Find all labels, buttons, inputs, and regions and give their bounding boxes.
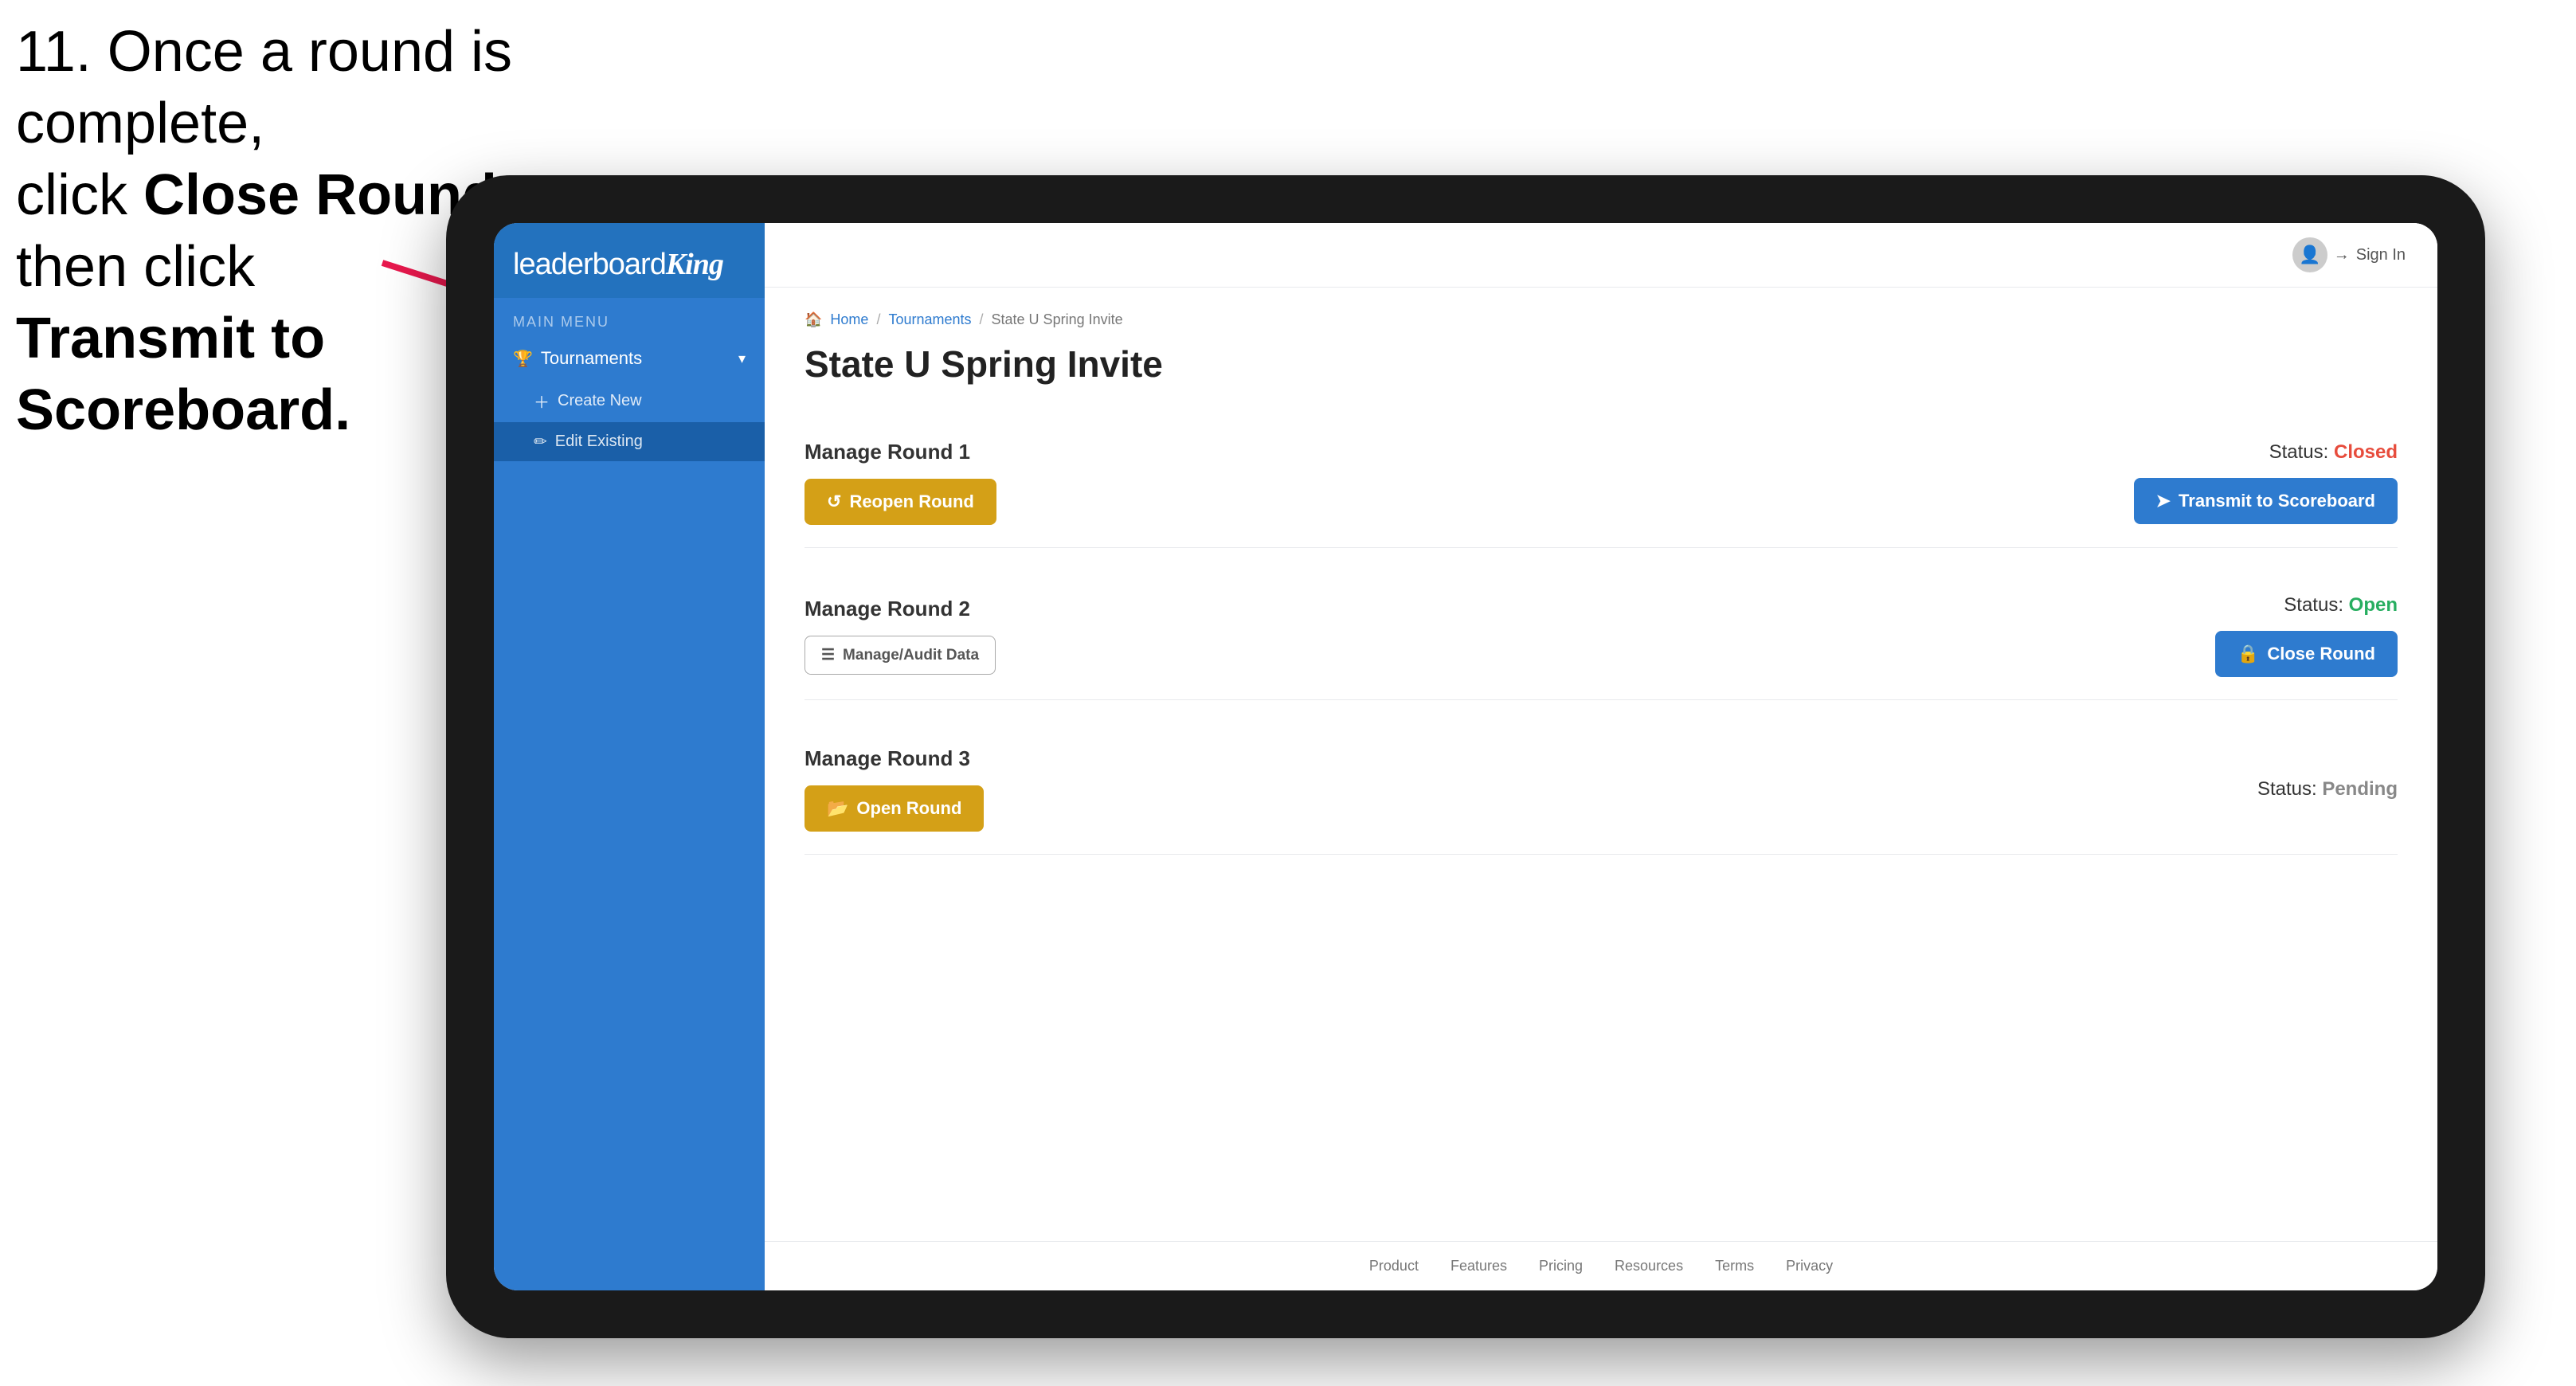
round-2-left: Manage Round 2 ☰ Manage/Audit Data bbox=[805, 597, 996, 675]
round-3-status-value: Pending bbox=[2322, 778, 2398, 800]
instruction-bold1: Close Round bbox=[143, 163, 497, 227]
round-1-section: Manage Round 1 ↺ Reopen Round Status: Cl… bbox=[805, 417, 2398, 548]
plus-icon: ＋ bbox=[534, 390, 550, 413]
sign-in-label: → bbox=[2334, 246, 2350, 264]
breadcrumb-home[interactable]: Home bbox=[830, 311, 868, 328]
sidebar: leaderboardKing MAIN MENU 🏆 Tournaments … bbox=[494, 223, 765, 1290]
sidebar-item-create-new[interactable]: ＋ Create New bbox=[494, 380, 765, 422]
instruction-line3: then click bbox=[16, 235, 255, 299]
reopen-icon: ↺ bbox=[827, 491, 841, 512]
round-2-right: Status: Open 🔒 Close Round bbox=[2215, 594, 2398, 677]
breadcrumb: 🏠 Home / Tournaments / State U Spring In… bbox=[805, 311, 2398, 328]
transmit-scoreboard-label: Transmit to Scoreboard bbox=[2179, 491, 2375, 511]
sidebar-item-edit-existing[interactable]: ✏ Edit Existing bbox=[494, 422, 765, 461]
manage-icon: ☰ bbox=[821, 646, 835, 664]
round-2-title: Manage Round 2 bbox=[805, 597, 996, 621]
round-3-right: Status: Pending bbox=[2257, 778, 2398, 801]
avatar: 👤 bbox=[2292, 237, 2327, 272]
sign-in-text: Sign In bbox=[2356, 246, 2406, 264]
open-round-label: Open Round bbox=[856, 798, 961, 819]
chevron-down-icon: ▾ bbox=[738, 350, 746, 367]
footer-resources[interactable]: Resources bbox=[1615, 1258, 1683, 1274]
breadcrumb-current: State U Spring Invite bbox=[992, 311, 1123, 328]
round-3-section: Manage Round 3 📂 Open Round Status: Pend… bbox=[805, 724, 2398, 855]
round-1-left: Manage Round 1 ↺ Reopen Round bbox=[805, 440, 996, 525]
logo-king: King bbox=[666, 248, 723, 281]
close-round-button[interactable]: 🔒 Close Round bbox=[2215, 631, 2398, 677]
instruction-bold2: Transmit to Scoreboard. bbox=[16, 307, 350, 442]
sidebar-item-tournaments[interactable]: 🏆 Tournaments ▾ bbox=[494, 337, 765, 380]
open-round-button[interactable]: 📂 Open Round bbox=[805, 785, 984, 832]
round-2-status: Status: Open bbox=[2284, 594, 2398, 617]
open-icon: 📂 bbox=[827, 798, 848, 819]
trophy-icon: 🏆 bbox=[513, 349, 533, 369]
logo-text: leaderboardKing bbox=[513, 247, 746, 282]
reopen-round-label: Reopen Round bbox=[849, 491, 973, 512]
sidebar-tournaments-label: Tournaments bbox=[541, 348, 642, 369]
reopen-round-button[interactable]: ↺ Reopen Round bbox=[805, 479, 996, 525]
footer-features[interactable]: Features bbox=[1450, 1258, 1507, 1274]
round-1-title: Manage Round 1 bbox=[805, 440, 996, 464]
home-icon: 🏠 bbox=[805, 311, 822, 328]
close-round-label: Close Round bbox=[2267, 644, 2375, 664]
footer-pricing[interactable]: Pricing bbox=[1539, 1258, 1583, 1274]
round-3-status: Status: Pending bbox=[2257, 778, 2398, 801]
app-layout: leaderboardKing MAIN MENU 🏆 Tournaments … bbox=[494, 223, 2437, 1290]
lock-icon: 🔒 bbox=[2237, 644, 2259, 664]
top-nav: 👤 → Sign In bbox=[765, 223, 2437, 288]
main-content: 👤 → Sign In 🏠 Home / Tournaments / State bbox=[765, 223, 2437, 1290]
footer-terms[interactable]: Terms bbox=[1715, 1258, 1754, 1274]
tablet-device: leaderboardKing MAIN MENU 🏆 Tournaments … bbox=[446, 175, 2485, 1338]
create-new-label: Create New bbox=[558, 392, 642, 410]
round-1-status-value: Closed bbox=[2334, 441, 2398, 463]
footer-privacy[interactable]: Privacy bbox=[1786, 1258, 1833, 1274]
page-content: 🏠 Home / Tournaments / State U Spring In… bbox=[765, 288, 2437, 1241]
round-1-right: Status: Closed ➤ Transmit to Scoreboard bbox=[2134, 441, 2398, 524]
round-2-status-value: Open bbox=[2349, 594, 2398, 616]
transmit-icon: ➤ bbox=[2156, 491, 2171, 511]
sidebar-logo: leaderboardKing bbox=[494, 223, 765, 298]
sign-in-button[interactable]: 👤 → Sign In bbox=[2292, 237, 2406, 272]
round-3-title: Manage Round 3 bbox=[805, 746, 984, 771]
edit-icon: ✏ bbox=[534, 432, 547, 452]
footer-product[interactable]: Product bbox=[1369, 1258, 1419, 1274]
edit-existing-label: Edit Existing bbox=[555, 433, 643, 451]
menu-label: MAIN MENU bbox=[494, 298, 765, 337]
manage-audit-button[interactable]: ☰ Manage/Audit Data bbox=[805, 636, 996, 675]
manage-audit-label: Manage/Audit Data bbox=[843, 647, 979, 664]
round-2-section: Manage Round 2 ☰ Manage/Audit Data Statu… bbox=[805, 572, 2398, 700]
page-footer: Product Features Pricing Resources Terms… bbox=[765, 1241, 2437, 1290]
page-title: State U Spring Invite bbox=[805, 343, 2398, 386]
tablet-screen: leaderboardKing MAIN MENU 🏆 Tournaments … bbox=[494, 223, 2437, 1290]
round-1-status: Status: Closed bbox=[2269, 441, 2398, 464]
breadcrumb-tournaments[interactable]: Tournaments bbox=[888, 311, 971, 328]
transmit-scoreboard-button[interactable]: ➤ Transmit to Scoreboard bbox=[2134, 478, 2398, 524]
instruction-line2: click bbox=[16, 163, 143, 227]
round-3-left: Manage Round 3 📂 Open Round bbox=[805, 746, 984, 832]
instruction-line1: 11. Once a round is complete, bbox=[16, 20, 512, 155]
